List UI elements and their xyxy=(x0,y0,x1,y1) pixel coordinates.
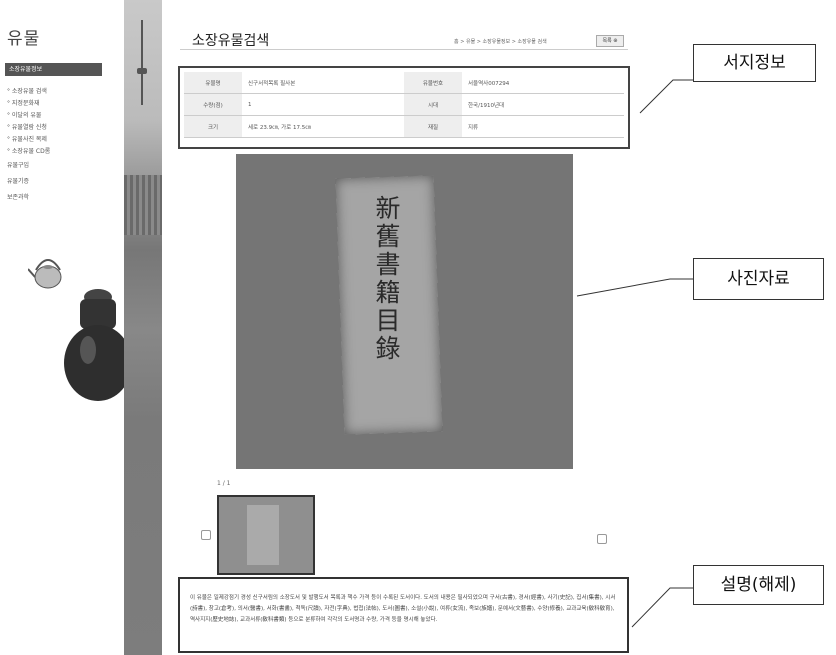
callout-leader-lines xyxy=(576,79,693,628)
